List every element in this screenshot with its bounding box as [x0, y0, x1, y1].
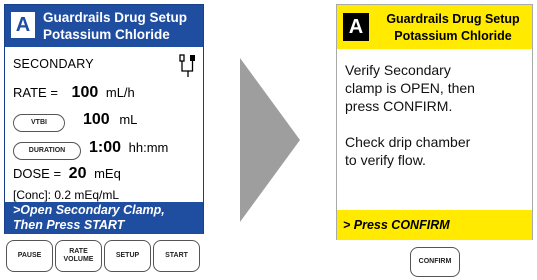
iv-line-icon: [179, 54, 195, 77]
right-title-line2: Potassium Chloride: [394, 29, 512, 43]
rate-row: RATE = 100 mL/h: [13, 84, 135, 102]
right-status-prompt: > Press CONFIRM: [337, 210, 532, 240]
msg-line: Verify Secondary: [345, 62, 451, 78]
left-status-prompt: >Open Secondary Clamp, Then Press START: [5, 202, 203, 234]
left-title-line1: Guardrails Drug Setup: [43, 10, 188, 25]
right-pump-screen: A Guardrails Drug Setup Potassium Chlori…: [336, 4, 533, 277]
right-display-frame: A Guardrails Drug Setup Potassium Chlori…: [336, 4, 533, 240]
msg-line: Check drip chamber: [345, 134, 471, 150]
left-status-line2: Then Press START: [13, 218, 125, 232]
rate-unit: mL/h: [105, 85, 135, 100]
secondary-label: SECONDARY: [13, 57, 94, 71]
left-status-line1: >Open Secondary Clamp,: [13, 203, 165, 217]
dose-label: DOSE =: [13, 166, 62, 181]
softkey-bar: PAUSE RATE VOLUME SETUP START: [4, 240, 204, 274]
duration-value: 1:00: [89, 139, 122, 156]
confirmation-message: Verify Secondary clamp is OPEN, then pre…: [345, 61, 525, 187]
dose-value: 20: [68, 165, 87, 182]
pause-button-label: PAUSE: [17, 252, 42, 259]
start-button-label: START: [165, 252, 188, 259]
start-button[interactable]: START: [153, 240, 200, 272]
pause-button[interactable]: PAUSE: [6, 240, 53, 272]
message-paragraph-2: Check drip chamber to verify flow.: [345, 133, 525, 169]
msg-line: press CONFIRM.: [345, 98, 453, 114]
vtbi-unit: mL: [119, 112, 138, 127]
confirm-button[interactable]: CONFIRM: [410, 247, 460, 277]
message-paragraph-1: Verify Secondary clamp is OPEN, then pre…: [345, 61, 525, 115]
setup-button-label: SETUP: [115, 252, 140, 259]
rate-volume-label-line1: RATE: [69, 248, 88, 255]
rate-volume-label-line2: VOLUME: [63, 256, 94, 263]
left-display-frame: A Guardrails Drug Setup Potassium Chlori…: [4, 4, 204, 234]
left-header: A Guardrails Drug Setup Potassium Chlori…: [5, 5, 203, 47]
duration-unit: hh:mm: [128, 140, 169, 155]
left-title-line2: Potassium Chloride: [43, 27, 170, 42]
rate-value: 100: [71, 84, 99, 101]
left-pump-screen: A Guardrails Drug Setup Potassium Chlori…: [4, 4, 204, 276]
dose-unit: mEq: [94, 166, 121, 181]
channel-badge-right: A: [343, 13, 369, 41]
msg-line: clamp is OPEN, then: [345, 80, 475, 96]
rate-label: RATE =: [13, 85, 58, 100]
vtbi-row: 100 mL: [83, 111, 137, 129]
right-header: A Guardrails Drug Setup Potassium Chlori…: [337, 5, 532, 49]
msg-line: to verify flow.: [345, 152, 426, 168]
right-title-line1: Guardrails Drug Setup: [386, 12, 520, 26]
vtbi-value: 100: [83, 111, 110, 128]
vtbi-button[interactable]: VTBI: [13, 114, 65, 132]
duration-row: 1:00 hh:mm: [89, 139, 168, 157]
right-arrow-icon: [240, 58, 300, 222]
duration-button[interactable]: DURATION: [13, 142, 81, 160]
setup-button[interactable]: SETUP: [104, 240, 151, 272]
rate-volume-button[interactable]: RATE VOLUME: [55, 240, 102, 272]
left-title: Guardrails Drug Setup Potassium Chloride: [43, 9, 187, 43]
dose-row: DOSE = 20 mEq: [13, 165, 121, 183]
channel-badge: A: [11, 12, 35, 38]
right-title: Guardrails Drug Setup Potassium Chloride: [379, 11, 527, 45]
concentration-text: [Conc]: 0.2 mEq/mL: [13, 188, 120, 202]
